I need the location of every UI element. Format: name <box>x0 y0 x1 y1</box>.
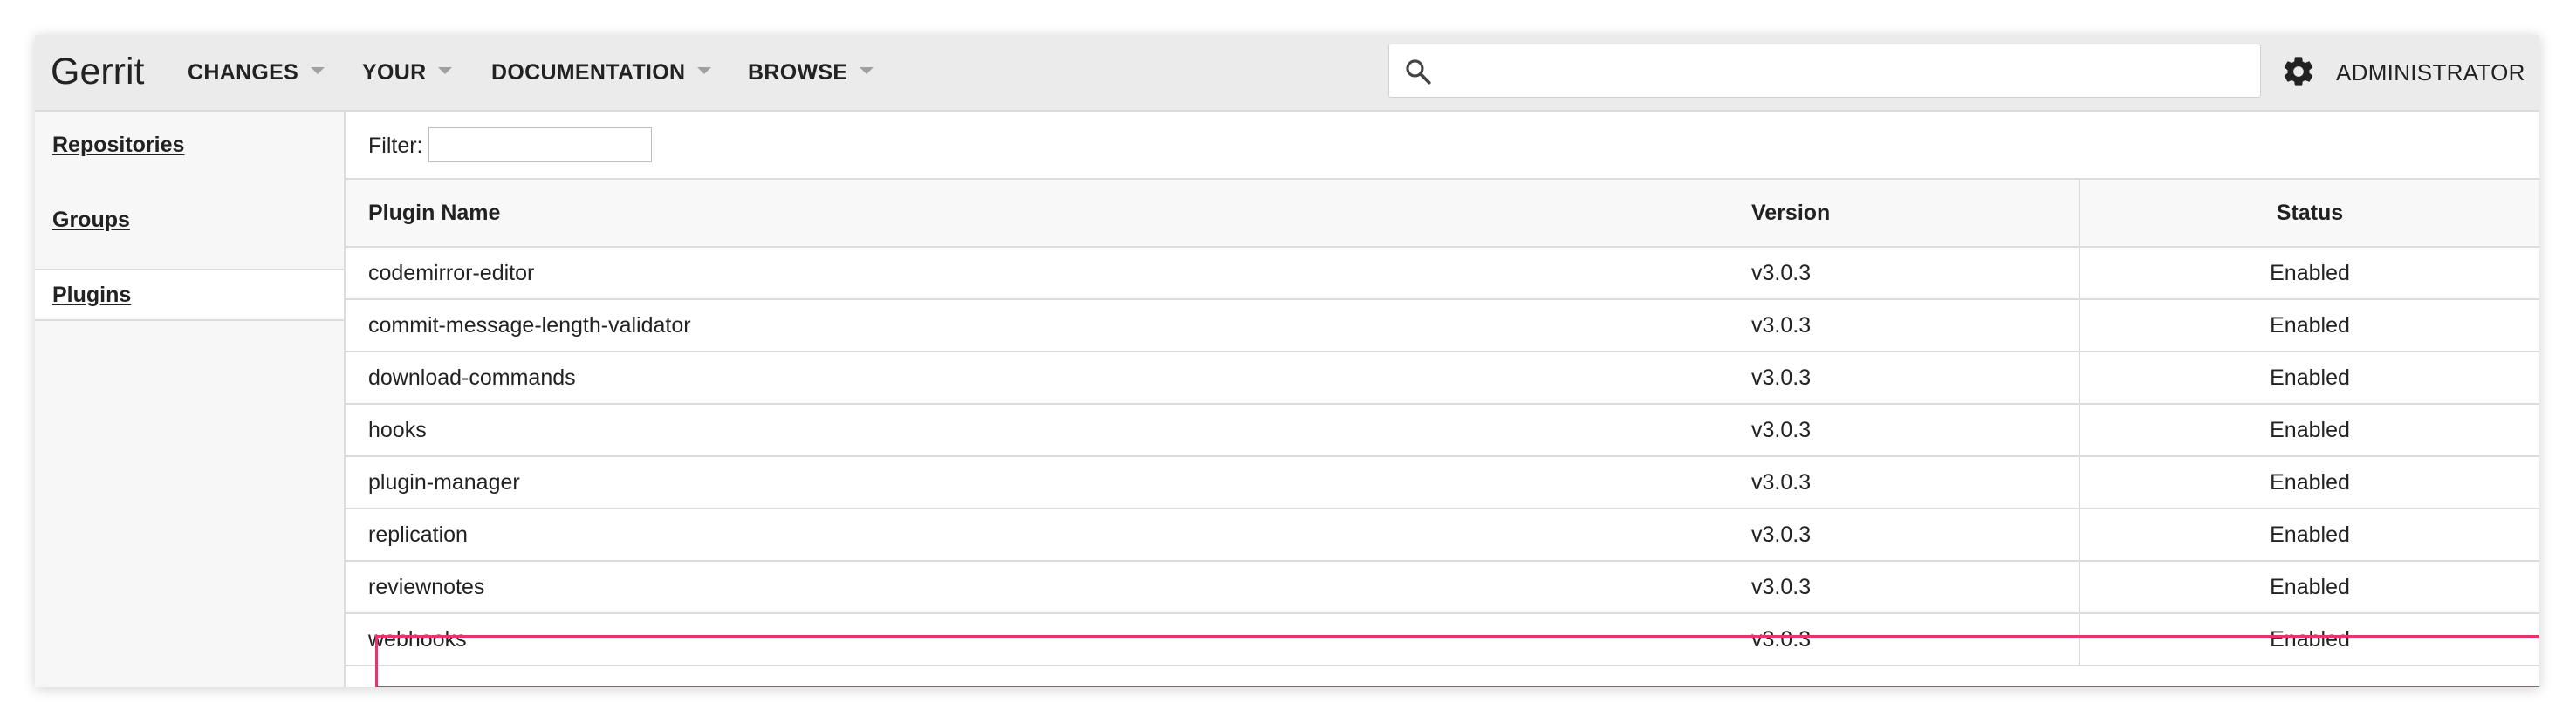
column-header-status: Status <box>2276 201 2344 225</box>
plugin-version: v3.0.3 <box>1751 470 1812 495</box>
search-icon <box>1406 59 1431 85</box>
search-box[interactable] <box>1388 44 2261 98</box>
column-header-version: Version <box>1751 201 1831 225</box>
account-menu[interactable]: ADMINISTRATOR <box>2336 35 2525 110</box>
table-row[interactable]: webhooks v3.0.3 Enabled <box>346 614 2539 666</box>
sidebar-item-repositories[interactable]: Repositories <box>35 119 344 171</box>
sidebar-item-plugins[interactable]: Plugins <box>35 269 344 321</box>
plugin-version: v3.0.3 <box>1751 523 1812 547</box>
plugin-name-link[interactable]: commit-message-length-validator <box>368 300 691 351</box>
table-row[interactable]: download-commands v3.0.3 Enabled <box>346 352 2539 405</box>
plugin-version: v3.0.3 <box>1751 418 1812 442</box>
plugin-status: Enabled <box>2270 365 2350 390</box>
search-input[interactable] <box>1445 51 2234 92</box>
table-row[interactable]: commit-message-length-validator v3.0.3 E… <box>346 300 2539 352</box>
column-divider <box>2079 180 2080 665</box>
filter-bar: Filter: <box>346 112 2539 180</box>
nav-browse-label: BROWSE <box>748 60 848 85</box>
table-row[interactable]: hooks v3.0.3 Enabled <box>346 405 2539 457</box>
plugin-status: Enabled <box>2270 627 2350 652</box>
nav-your[interactable]: YOUR <box>362 35 453 110</box>
plugin-status: Enabled <box>2270 261 2350 285</box>
plugin-name-link[interactable]: codemirror-editor <box>368 248 534 298</box>
chevron-down-icon <box>311 67 325 75</box>
top-header: Gerrit CHANGES YOUR DOCUMENTATION BROWSE… <box>35 35 2539 112</box>
plugin-status: Enabled <box>2270 470 2350 495</box>
plugin-status: Enabled <box>2270 313 2350 338</box>
app-window: Gerrit CHANGES YOUR DOCUMENTATION BROWSE… <box>35 35 2539 687</box>
column-header-plugin-name: Plugin Name <box>368 201 501 225</box>
table-row[interactable]: plugin-manager v3.0.3 Enabled <box>346 457 2539 509</box>
nav-changes-label: CHANGES <box>188 60 299 85</box>
plugin-name-link[interactable]: replication <box>368 509 468 560</box>
plugin-name-link[interactable]: plugin-manager <box>368 457 520 508</box>
plugin-name-link[interactable]: hooks <box>368 405 427 455</box>
gear-icon[interactable] <box>2281 54 2316 89</box>
nav-browse[interactable]: BROWSE <box>748 35 874 110</box>
brand-logo[interactable]: Gerrit <box>51 35 145 110</box>
table-row[interactable]: reviewnotes v3.0.3 Enabled <box>346 562 2539 614</box>
nav-documentation-label: DOCUMENTATION <box>491 60 686 85</box>
plugin-name-link[interactable]: download-commands <box>368 352 576 403</box>
nav-your-label: YOUR <box>362 60 427 85</box>
plugin-status: Enabled <box>2270 575 2350 599</box>
plugin-name-link[interactable]: webhooks <box>368 614 467 665</box>
table-row[interactable]: replication v3.0.3 Enabled <box>346 509 2539 562</box>
plugin-version: v3.0.3 <box>1751 627 1812 652</box>
plugin-version: v3.0.3 <box>1751 261 1812 285</box>
plugin-version: v3.0.3 <box>1751 575 1812 599</box>
table-header: Plugin Name Version Status <box>346 180 2539 248</box>
table-row[interactable]: codemirror-editor v3.0.3 Enabled <box>346 248 2539 300</box>
plugin-name-link[interactable]: reviewnotes <box>368 562 484 612</box>
plugin-status: Enabled <box>2270 418 2350 442</box>
chevron-down-icon <box>697 67 712 75</box>
plugins-panel: Filter: Plugin Name Version Status codem… <box>346 112 2539 687</box>
filter-label: Filter: <box>368 133 423 158</box>
plugin-version: v3.0.3 <box>1751 365 1812 390</box>
chevron-down-icon <box>860 67 874 75</box>
nav-documentation[interactable]: DOCUMENTATION <box>491 35 712 110</box>
nav-changes[interactable]: CHANGES <box>188 35 325 110</box>
sidebar-item-groups[interactable]: Groups <box>35 194 344 246</box>
filter-input[interactable] <box>428 127 652 162</box>
admin-sidebar: Repositories Groups Plugins <box>35 112 346 687</box>
plugin-status: Enabled <box>2270 523 2350 547</box>
plugin-version: v3.0.3 <box>1751 313 1812 338</box>
chevron-down-icon <box>438 67 453 75</box>
